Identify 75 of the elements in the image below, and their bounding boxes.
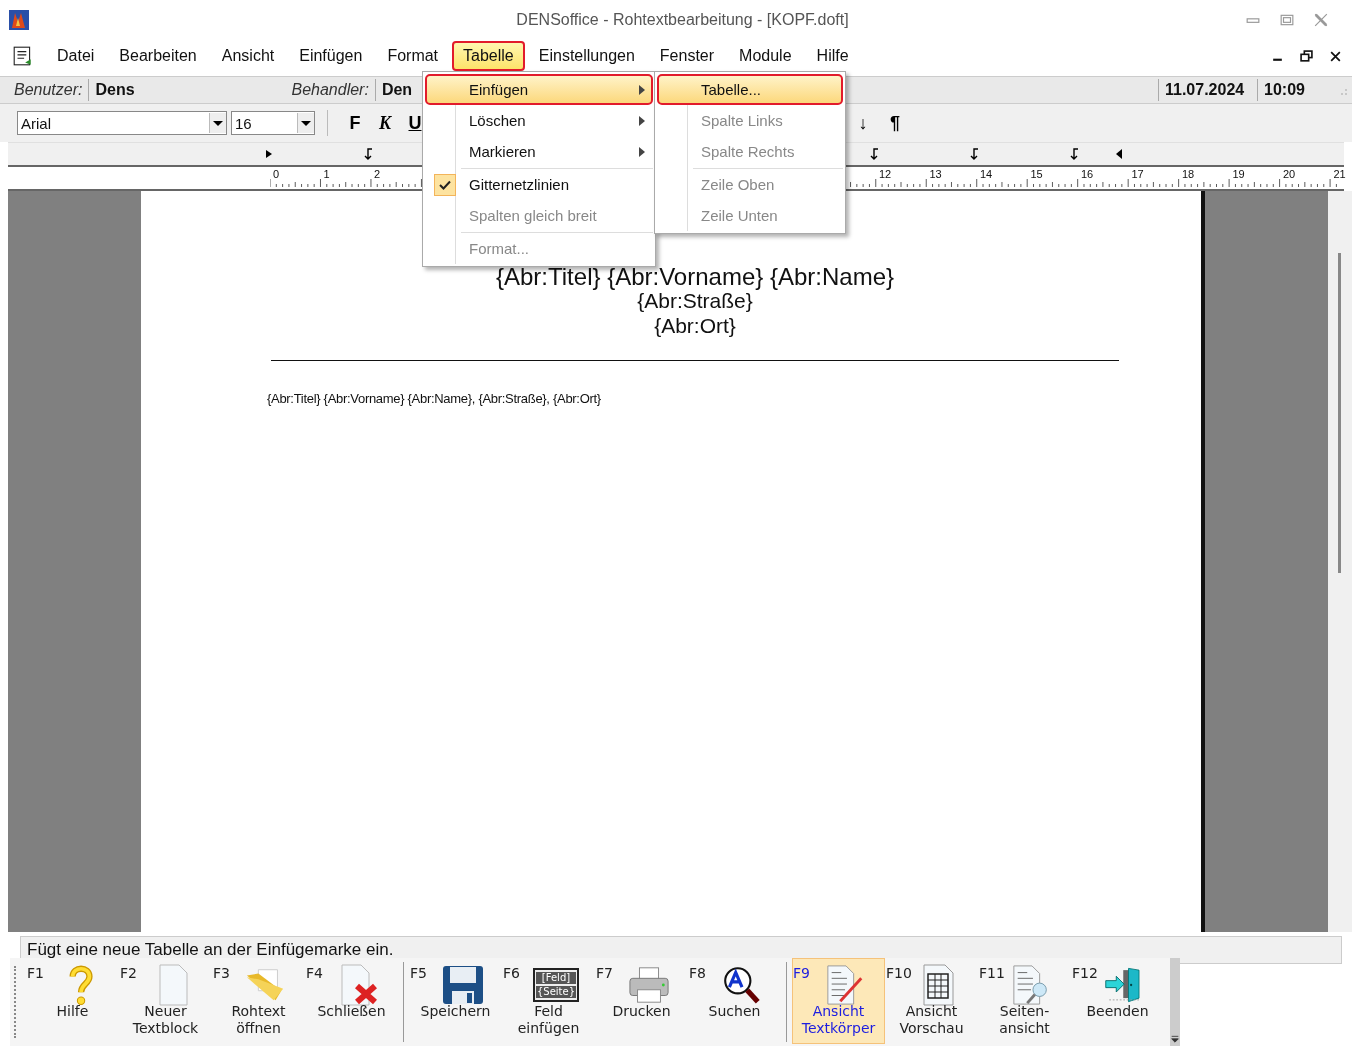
ruler-number: 18	[1181, 168, 1196, 180]
function-key-button[interactable]: F5 Speichern	[409, 958, 502, 1044]
menu-item[interactable]: Gitternetzlinien	[425, 169, 653, 200]
submenu-arrow-icon	[639, 115, 645, 126]
tab-stop-icon[interactable]	[870, 147, 880, 161]
menu-item[interactable]: Fenster	[648, 41, 726, 71]
ruler-number: 16	[1080, 168, 1095, 180]
bold-button[interactable]: F	[340, 109, 370, 137]
status-text: Fügt eine neue Tabelle an der Einfügemarke ein.	[27, 940, 394, 960]
toolbar-button[interactable]: ¶	[880, 109, 910, 137]
menu-item[interactable]: Format	[376, 41, 450, 71]
ruler-number: 2	[373, 168, 382, 180]
function-key-button[interactable]: F1 Hilfe	[26, 958, 119, 1044]
save-icon	[442, 964, 484, 1006]
close-icon[interactable]	[1329, 49, 1342, 63]
function-key-button[interactable]: F10 Ansicht Vorschau	[885, 958, 978, 1044]
menu-item[interactable]: Tabelle	[452, 41, 525, 71]
restore-icon[interactable]	[1300, 49, 1313, 63]
function-key-button[interactable]: F7 Drucken	[595, 958, 688, 1044]
document-text: {Abr:Titel} {Abr:Vorname} {Abr:Name}, {Abr:Straße}, {Abr:Ort}	[267, 391, 602, 406]
function-key-button[interactable]: F8 Suchen	[688, 958, 781, 1044]
menu-item[interactable]: Markieren	[425, 136, 653, 167]
menu-item[interactable]: Einfügen	[425, 74, 653, 105]
menu-item[interactable]: Ansicht	[210, 41, 286, 71]
tab-stop-icon[interactable]	[970, 147, 980, 161]
font-size-dropdown[interactable]: 16	[231, 111, 315, 135]
user-value: Dens	[88, 79, 286, 101]
ruler-number: 1	[322, 168, 331, 180]
function-key-button[interactable]: F11 Seiten- ansicht	[978, 958, 1071, 1044]
function-key-button[interactable]: F2 Neuer Textblock	[119, 958, 212, 1044]
document-line: {Abr:Titel} {Abr:Vorname} {Abr:Name}	[495, 262, 895, 291]
menu-item[interactable]: Bearbeiten	[108, 41, 208, 71]
function-key-button[interactable]: F3 Rohtext öffnen	[212, 958, 305, 1044]
menu-item[interactable]: Module	[728, 41, 803, 71]
user-label: Benutzer:	[13, 81, 83, 99]
window-title: DENSoffice - Rohtextbearbeitung - [KOPF.doft]	[515, 11, 850, 29]
ruler-number: 19	[1231, 168, 1246, 180]
tab-stop-icon[interactable]	[1070, 147, 1080, 161]
field-tag-icon: [Feld] {Seite}	[533, 968, 579, 1002]
app-logo-icon	[9, 9, 29, 31]
menu-item[interactable]: Tabelle...	[657, 74, 843, 105]
tab-stop-icon[interactable]	[364, 147, 374, 161]
document-line: {Abr:Straße}	[637, 289, 753, 313]
ruler-number: 14	[979, 168, 994, 180]
right-margin-marker-icon[interactable]	[1114, 147, 1124, 161]
function-key-button[interactable]: F9 Ansicht Textkörper	[792, 958, 885, 1044]
italic-button[interactable]: K	[370, 109, 400, 137]
ruler-number: 20	[1282, 168, 1297, 180]
submenu-arrow-icon	[639, 146, 645, 157]
font-dropdown[interactable]: Arial	[17, 111, 227, 135]
document-line: {Abr:Ort}	[653, 313, 737, 338]
ruler-number: 12	[878, 168, 893, 180]
printer-icon	[628, 964, 670, 1006]
handler-label: Behandler:	[290, 81, 369, 99]
ruler-number: 17	[1130, 168, 1145, 180]
menu-item[interactable]: Hilfe	[805, 41, 860, 71]
menu-item[interactable]: Datei	[46, 41, 106, 71]
scroll-thumb[interactable]	[1338, 253, 1341, 573]
delete-page-icon	[338, 964, 380, 1006]
document-icon[interactable]	[12, 45, 34, 67]
scrollbar[interactable]	[1328, 191, 1352, 932]
menu-item[interactable]: Einfügen	[288, 41, 374, 71]
ruler-number: 0	[272, 168, 281, 180]
indent-marker-icon[interactable]	[264, 147, 274, 161]
ruler-number: 13	[928, 168, 943, 180]
menu-item[interactable]: Einstellungen	[527, 41, 646, 71]
time-value: 10:09	[1257, 79, 1330, 101]
ruler-number: 15	[1029, 168, 1044, 180]
function-key-button[interactable]: F12 Beenden	[1071, 958, 1164, 1044]
toolbar-button[interactable]: ↓	[848, 109, 878, 137]
date-value: 11.07.2024	[1158, 79, 1257, 101]
submenu-arrow-icon	[639, 84, 645, 95]
ruler-number: 21	[1332, 168, 1347, 180]
function-key-button[interactable]: F4 Schließen	[305, 958, 398, 1044]
function-key-button[interactable]: F6 [Feld] {Seite} Feld einfügen	[502, 958, 595, 1044]
